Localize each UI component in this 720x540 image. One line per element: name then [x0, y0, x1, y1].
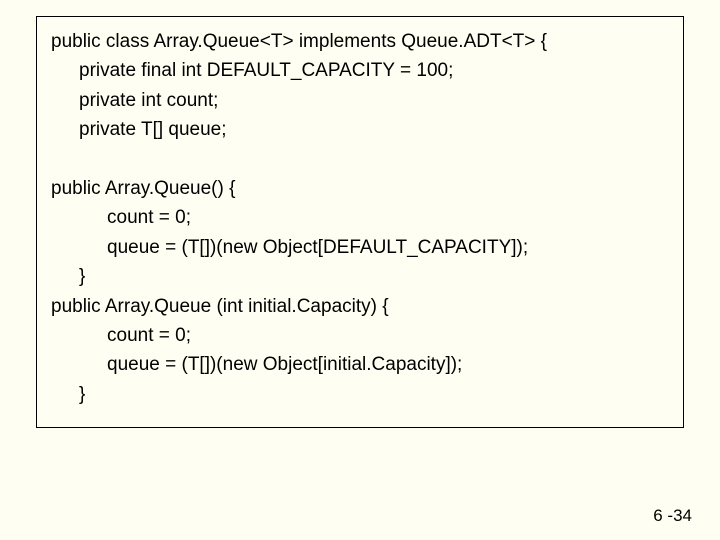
code-line: count = 0;	[51, 203, 669, 232]
page-number: 6 -34	[653, 506, 692, 526]
code-line: queue = (T[])(new Object[DEFAULT_CAPACIT…	[51, 233, 669, 262]
code-line: public class Array.Queue<T> implements Q…	[51, 27, 669, 56]
code-line: private T[] queue;	[51, 115, 669, 144]
code-container: public class Array.Queue<T> implements Q…	[36, 16, 684, 428]
blank-line	[51, 145, 669, 174]
code-line: private int count;	[51, 86, 669, 115]
code-line: count = 0;	[51, 321, 669, 350]
code-line: public Array.Queue (int initial.Capacity…	[51, 292, 669, 321]
code-line: private final int DEFAULT_CAPACITY = 100…	[51, 56, 669, 85]
code-line: public Array.Queue() {	[51, 174, 669, 203]
code-line: }	[51, 380, 669, 409]
code-line: queue = (T[])(new Object[initial.Capacit…	[51, 350, 669, 379]
code-line: }	[51, 262, 669, 291]
